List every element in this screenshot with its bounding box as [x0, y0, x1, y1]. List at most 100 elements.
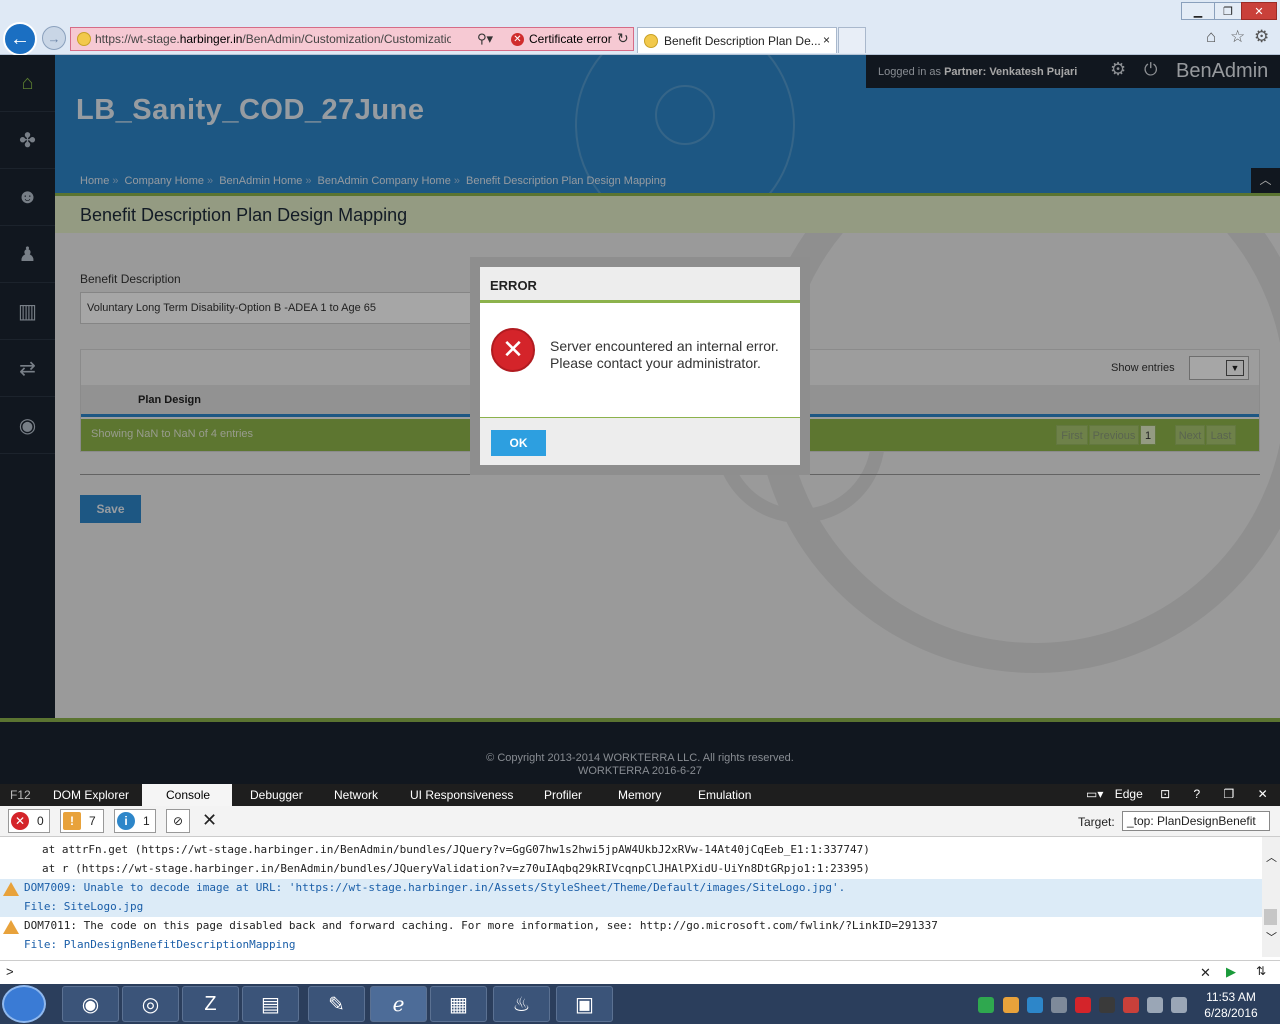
info-icon: i — [117, 812, 135, 830]
certificate-error-icon[interactable]: ✕ — [511, 33, 524, 46]
minimize-button[interactable]: ▁ — [1181, 2, 1215, 20]
tab-network[interactable]: Network — [334, 788, 378, 802]
certificate-error-label[interactable]: Certificate error — [529, 32, 612, 46]
console-file-link[interactable]: File: PlanDesignBenefitDescriptionMappin… — [24, 938, 296, 951]
tray-sync-icon[interactable] — [978, 997, 994, 1013]
expand-input-icon[interactable]: ⇅ — [1256, 964, 1266, 978]
tray-check-icon[interactable] — [1075, 997, 1091, 1013]
firefox-icon[interactable]: ◉ — [62, 986, 119, 1022]
scroll-down-icon[interactable]: ﹀ — [1266, 929, 1277, 945]
tray-network-icon[interactable] — [1147, 997, 1163, 1013]
tab-ui-responsiveness[interactable]: UI Responsiveness — [410, 788, 513, 802]
tray-z-icon[interactable] — [1027, 997, 1043, 1013]
device-icon[interactable]: ▭▾ — [1086, 787, 1103, 801]
tray-x-icon[interactable] — [1099, 997, 1115, 1013]
tab-dom-explorer[interactable]: DOM Explorer — [53, 788, 129, 802]
scroll-up-icon[interactable]: ︿ — [1266, 849, 1277, 865]
console-highlight-row — [0, 898, 1262, 917]
tab-title: Benefit Description Plan De... — [664, 33, 821, 48]
windows-taskbar: ◉ ◎ Z ▤ ✎ ℯ ▦ ♨ ▣ 11:53 AM 6/28/2016 — [0, 984, 1280, 1024]
error-dialog: ERROR ✕ Server encountered an internal e… — [480, 267, 800, 465]
clock-date: 6/28/2016 — [1204, 1006, 1258, 1020]
browser-chrome: ▁ ❐ ✕ ← → https://wt-stage.harbinger.in/… — [0, 0, 1280, 56]
back-button[interactable]: ← — [3, 22, 37, 56]
target-label: Target: — [1078, 815, 1115, 829]
tab-emulation[interactable]: Emulation — [698, 788, 751, 802]
zoho-z-icon[interactable]: Z — [182, 986, 239, 1022]
tray-volume-icon[interactable] — [1171, 997, 1187, 1013]
error-icon: ✕ — [11, 812, 29, 830]
close-window-button[interactable]: ✕ — [1241, 2, 1277, 20]
console-line: at r (https://wt-stage.harbinger.in/BenA… — [42, 862, 870, 875]
notepad-icon[interactable]: ▤ — [242, 986, 299, 1022]
tray-flame-icon[interactable] — [1003, 997, 1019, 1013]
info-filter-button[interactable]: i1 — [114, 809, 156, 833]
home-icon[interactable]: ⌂ — [1206, 27, 1216, 47]
prompt-icon: > — [6, 964, 14, 979]
run-icon[interactable]: ▶ — [1226, 964, 1236, 980]
arrow-right-icon: → — [47, 30, 61, 46]
chrome-icon[interactable]: ◎ — [122, 986, 179, 1022]
forward-button[interactable]: → — [42, 26, 66, 50]
file-explorer-icon[interactable]: ▦ — [430, 986, 487, 1022]
devtools-tabbar: F12 DOM Explorer Console Debugger Networ… — [0, 784, 1280, 806]
warning-icon — [3, 920, 19, 934]
console-toolbar: ✕ 0 ! 7 i1 ⊘ ✕ Target: _top: PlanDesignBen… — [0, 806, 1280, 837]
clear-input-icon[interactable]: ✕ — [1200, 965, 1211, 981]
clear-console-icon[interactable]: ✕ — [202, 810, 217, 831]
devtools-controls: ▭▾ Edge ⊡ ? ❐ ✕ — [1086, 787, 1268, 801]
system-clock[interactable]: 11:53 AM 6/28/2016 — [1196, 989, 1266, 1021]
undock-icon[interactable]: ❐ — [1224, 787, 1235, 801]
warning-filter-button[interactable]: ! 7 — [60, 809, 104, 833]
internet-explorer-icon[interactable]: ℯ — [370, 986, 427, 1022]
clear-on-navigate-icon: ⊘ — [172, 814, 184, 828]
tray-w-icon[interactable] — [1051, 997, 1067, 1013]
url-text: https://wt-stage.harbinger.in/BenAdmin/C… — [95, 32, 451, 46]
arrow-left-icon: ← — [10, 27, 30, 50]
tab-close-icon[interactable]: × — [823, 33, 830, 47]
tools-icon[interactable]: ✎ — [308, 986, 365, 1022]
tab-console[interactable]: Console — [142, 784, 232, 806]
dialog-footer: OK — [480, 417, 800, 465]
tab-memory[interactable]: Memory — [618, 788, 661, 802]
help-icon[interactable]: ? — [1194, 787, 1201, 801]
new-tab-button[interactable] — [838, 27, 866, 53]
console-line: at attrFn.get (https://wt-stage.harbinge… — [42, 843, 870, 856]
favorites-star-icon[interactable]: ☆ — [1230, 27, 1245, 47]
console-scrollbar[interactable]: ︿ ﹀ — [1262, 837, 1280, 957]
search-icon[interactable]: ⚲▾ — [477, 31, 493, 47]
flame-app-icon[interactable]: ♨ — [493, 986, 550, 1022]
settings-gear-icon[interactable]: ⚙ — [1254, 27, 1269, 47]
start-button[interactable] — [2, 985, 46, 1023]
clock-time: 11:53 AM — [1206, 990, 1256, 1004]
refresh-icon[interactable]: ↻ — [617, 30, 629, 47]
close-devtools-icon[interactable]: ✕ — [1258, 787, 1268, 801]
dialog-title: ERROR — [490, 278, 537, 293]
console-input[interactable]: > ✕ ▶ ⇅ — [0, 960, 1280, 984]
devtools-f12-label: F12 — [10, 788, 31, 802]
console-line: DOM7009: Unable to decode image at URL: … — [24, 881, 846, 894]
clear-on-navigate-button[interactable]: ⊘ — [166, 809, 190, 833]
tab-favicon-icon — [644, 33, 658, 48]
tab-profiler[interactable]: Profiler — [544, 788, 582, 802]
calculator-icon[interactable]: ▣ — [556, 986, 613, 1022]
console-toggle-icon[interactable]: ⊡ — [1160, 787, 1170, 801]
scroll-thumb[interactable] — [1264, 909, 1277, 925]
browser-tab[interactable]: Benefit Description Plan De... × — [637, 27, 837, 53]
document-mode[interactable]: Edge — [1115, 787, 1143, 801]
console-file-link[interactable]: File: SiteLogo.jpg — [24, 900, 143, 913]
ok-button[interactable]: OK — [491, 430, 546, 456]
site-icon — [77, 32, 91, 46]
maximize-button[interactable]: ❐ — [1214, 2, 1242, 20]
console-line: DOM7011: The code on this page disabled … — [24, 919, 938, 932]
tray-flag-icon[interactable] — [1123, 997, 1139, 1013]
error-filter-button[interactable]: ✕ 0 — [8, 809, 50, 833]
console-output: at attrFn.get (https://wt-stage.harbinge… — [0, 837, 1262, 957]
target-select[interactable]: _top: PlanDesignBenefit — [1122, 811, 1270, 831]
dialog-header: ERROR — [480, 267, 800, 303]
warning-icon — [3, 882, 19, 896]
warning-icon: ! — [63, 812, 81, 830]
address-bar[interactable]: https://wt-stage.harbinger.in/BenAdmin/C… — [70, 27, 634, 51]
tab-debugger[interactable]: Debugger — [250, 788, 303, 802]
error-message: Server encountered an internal error. Pl… — [550, 338, 779, 371]
